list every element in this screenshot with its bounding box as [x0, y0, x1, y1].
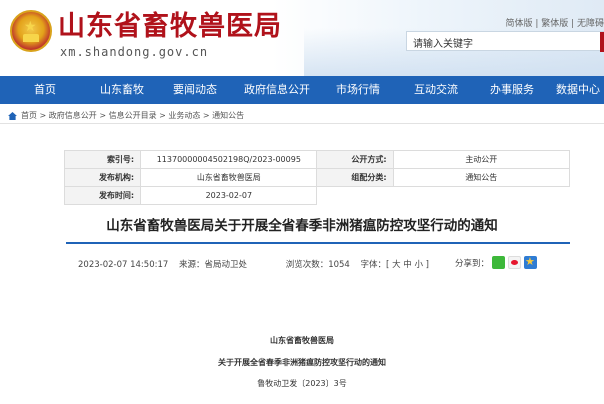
- share-label: 分享到：: [455, 258, 490, 269]
- wechat-icon[interactable]: [492, 256, 506, 269]
- nav-item-interaction[interactable]: 互动交流: [398, 76, 474, 104]
- article-title: 山东省畜牧兽医局关于开展全省春季非洲猪瘟防控攻坚行动的通知: [106, 218, 498, 234]
- nav-item-data-center[interactable]: 数据中心: [550, 76, 604, 104]
- title-divider: [66, 242, 570, 244]
- view-count: 浏览次数：1054: [285, 260, 350, 270]
- open-mode-value: 主动公开: [392, 150, 571, 169]
- nav-item-home[interactable]: 首页: [0, 76, 90, 104]
- empty-cell: [393, 187, 569, 205]
- site-header: ★ 山东省畜牧兽医局 xm.shandong.gov.cn 简体版 | 繁体版 …: [0, 0, 604, 76]
- share-bar: 分享到：: [455, 255, 538, 269]
- article-meta: 2023-02-07 14:50:17 来源：省局动卫处 浏览次数：1054 字…: [78, 258, 437, 270]
- site-domain: xm.shandong.gov.cn: [60, 45, 209, 59]
- language-links[interactable]: 简体版 | 繁体版 | 无障碍: [505, 16, 604, 29]
- qzone-icon[interactable]: [524, 255, 538, 269]
- national-emblem-icon: ★: [10, 10, 52, 52]
- breadcrumb: 首页 > 政府信息公开 > 信息公开目录 > 业务动态 > 通知公告: [8, 110, 244, 121]
- font-size-control[interactable]: 字体：[ 大 中 小 ]: [361, 260, 429, 270]
- publisher-value: 山东省畜牧兽医局: [140, 168, 318, 187]
- nav-item-shandong-livestock[interactable]: 山东畜牧: [90, 76, 154, 104]
- weibo-icon[interactable]: [508, 256, 522, 269]
- body-doc-number: 鲁牧动卫发〔2023〕3号: [257, 379, 347, 388]
- document-info-table: 索引号: 11370000004502198Q/2023-00095 公开方式:…: [63, 150, 571, 205]
- search-input[interactable]: [407, 35, 604, 54]
- nav-item-services[interactable]: 办事服务: [474, 76, 550, 104]
- article-source: 来源：省局动卫处: [178, 260, 247, 270]
- body-title: 关于开展全省春季非洲猪瘟防控攻坚行动的通知: [218, 358, 386, 367]
- category-value: 通知公告: [392, 168, 571, 187]
- index-label: 索引号:: [63, 150, 142, 169]
- empty-cell: [317, 187, 393, 205]
- category-label: 组配分类:: [316, 168, 394, 187]
- index-value: 11370000004502198Q/2023-00095: [140, 150, 318, 169]
- date-label: 发布时间:: [63, 186, 142, 205]
- nav-item-news[interactable]: 要闻动态: [154, 76, 236, 104]
- nav-item-gov-info[interactable]: 政府信息公开: [236, 76, 318, 104]
- home-icon: [8, 111, 17, 120]
- search-box: [406, 31, 604, 54]
- publisher-label: 发布机构:: [63, 168, 142, 187]
- site-title[interactable]: 山东省畜牧兽医局: [58, 12, 282, 42]
- date-value: 2023-02-07: [140, 186, 318, 205]
- breadcrumb-text[interactable]: 首页 > 政府信息公开 > 信息公开目录 > 业务动态 > 通知公告: [21, 110, 244, 121]
- nav-item-market[interactable]: 市场行情: [318, 76, 398, 104]
- divider: [0, 123, 604, 124]
- publish-datetime: 2023-02-07 14:50:17: [78, 260, 169, 270]
- main-nav: 首页 山东畜牧 要闻动态 政府信息公开 市场行情 互动交流 办事服务 数据中心: [0, 76, 604, 104]
- open-mode-label: 公开方式:: [316, 150, 394, 169]
- body-org: 山东省畜牧兽医局: [270, 336, 334, 345]
- search-button[interactable]: [600, 32, 604, 52]
